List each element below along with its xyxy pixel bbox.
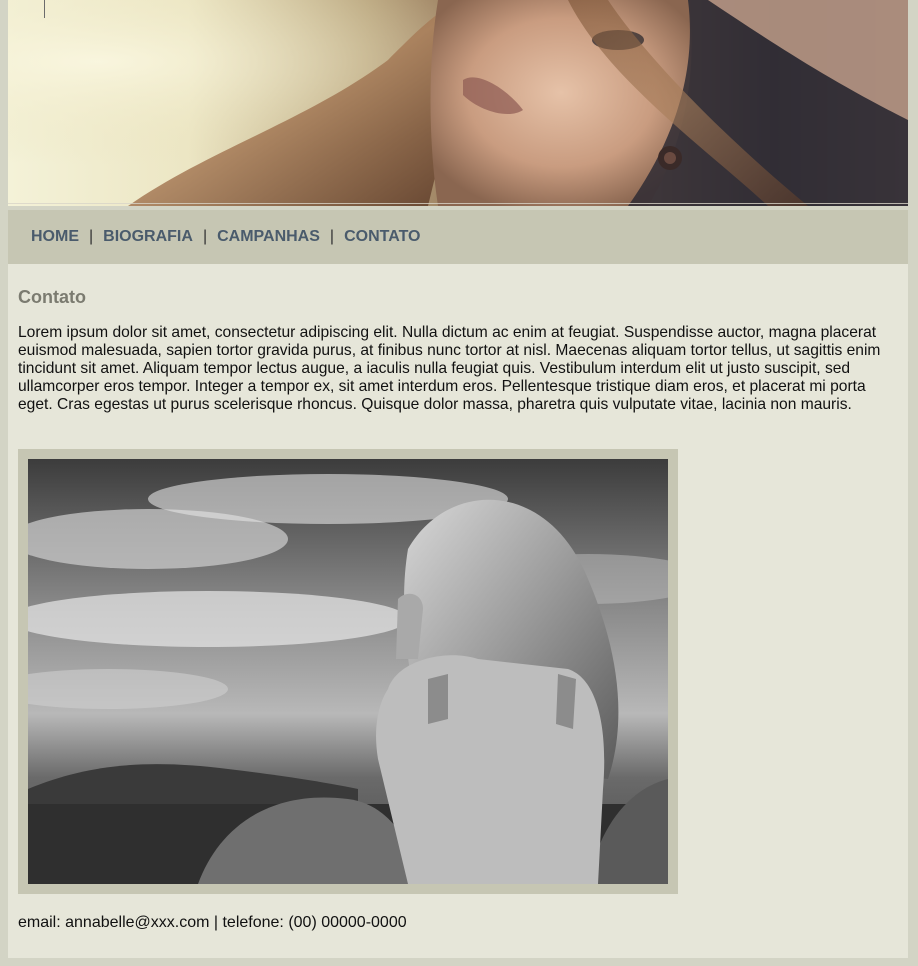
photo-frame	[18, 449, 678, 894]
nav-item-campanhas[interactable]: CAMPANHAS	[217, 228, 320, 246]
header-divider	[8, 203, 908, 204]
body-text: Lorem ipsum dolor sit amet, consectetur …	[18, 324, 881, 413]
banner-photo	[8, 0, 908, 206]
main-navigation: HOME | BIOGRAFIA | CAMPANHAS | CONTATO	[8, 210, 908, 264]
content-area: Contato Lorem ipsum dolor sit amet, cons…	[8, 264, 908, 958]
nav-separator: |	[89, 228, 94, 245]
contact-info: email: annabelle@xxx.com | telefone: (00…	[18, 914, 407, 931]
header-banner-image	[8, 0, 908, 206]
nav-item-biografia[interactable]: BIOGRAFIA	[103, 228, 193, 246]
photo-graphic	[28, 459, 668, 884]
contact-photo	[28, 459, 668, 884]
nav-item-contato[interactable]: CONTATO	[344, 228, 420, 246]
page-title: Contato	[18, 287, 86, 307]
header-tick-mark	[44, 0, 45, 18]
nav-separator: |	[329, 228, 335, 245]
nav-separator: |	[202, 228, 208, 245]
page: HOME | BIOGRAFIA | CAMPANHAS | CONTATO C…	[0, 0, 918, 966]
nav-item-home[interactable]: HOME	[31, 228, 79, 246]
